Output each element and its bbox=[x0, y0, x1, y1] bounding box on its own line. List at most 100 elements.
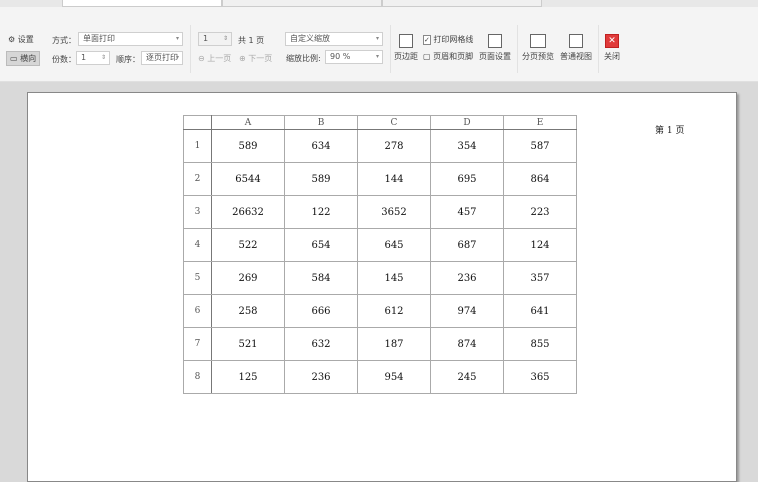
row-header: 2 bbox=[183, 162, 212, 196]
copies-stepper[interactable]: 1 ⇕ bbox=[76, 51, 110, 65]
cell: 26632 bbox=[211, 195, 285, 229]
cell: 3652 bbox=[357, 195, 431, 229]
grid-icon bbox=[569, 34, 583, 48]
cell: 521 bbox=[211, 327, 285, 361]
table-row: 1 589 634 278 354 587 bbox=[183, 129, 577, 163]
table-row: 2 6544 589 144 695 864 bbox=[183, 162, 577, 196]
checkbox-checked-icon: ✓ bbox=[423, 35, 431, 45]
close-icon: ✕ bbox=[605, 34, 619, 48]
tab-bar bbox=[0, 0, 758, 7]
row-header: 6 bbox=[183, 294, 212, 328]
cell: 122 bbox=[284, 195, 358, 229]
column-header: B bbox=[284, 115, 358, 130]
cell: 357 bbox=[503, 261, 577, 295]
table-row: 7 521 632 187 874 855 bbox=[183, 327, 577, 361]
cell: 522 bbox=[211, 228, 285, 262]
cell: 187 bbox=[357, 327, 431, 361]
landscape-button[interactable]: ▭ 横向 bbox=[6, 51, 41, 66]
print-preview-page: A B C D E 1 589 634 278 354 587 2 6544 589 144 695 864 3 2… bbox=[27, 92, 737, 482]
cell: 645 bbox=[357, 228, 431, 262]
cell: 974 bbox=[430, 294, 504, 328]
copies-label: 份数： bbox=[52, 55, 76, 64]
settings-icon: ⚙ bbox=[8, 35, 16, 44]
page-setup-button[interactable]: 页面设置 bbox=[478, 34, 512, 62]
cell: 587 bbox=[503, 129, 577, 163]
row-header: 5 bbox=[183, 261, 212, 295]
margins-button[interactable]: 页边距 bbox=[393, 34, 419, 62]
column-header-row: ABCDE bbox=[183, 115, 577, 130]
header-footer-icon: ▢ bbox=[423, 52, 431, 61]
sheet-table: A B C D E 1 589 634 278 354 587 2 6544 589 144 695 864 3 2… bbox=[183, 115, 577, 394]
cell: 634 bbox=[284, 129, 358, 163]
table-row: 3 26632 122 3652 457 223 bbox=[183, 195, 577, 229]
total-pages: 共 1 页 bbox=[238, 36, 265, 45]
table-row: 5 269 584 145 236 357 bbox=[183, 261, 577, 295]
cell: 632 bbox=[284, 327, 358, 361]
table-row: 8 125 236 954 245 365 bbox=[183, 360, 577, 394]
zoom-select[interactable]: 90 % ▾ bbox=[325, 50, 383, 64]
row-header: 1 bbox=[183, 129, 212, 163]
mode-label: 方式： bbox=[52, 36, 76, 45]
table-row: 6 258 666 612 974 641 bbox=[183, 294, 577, 328]
cell: 589 bbox=[211, 129, 285, 163]
row-header: 8 bbox=[183, 360, 212, 394]
table-row: 4 522 654 645 687 124 bbox=[183, 228, 577, 262]
landscape-icon: ▭ bbox=[10, 54, 18, 63]
prev-page-button[interactable]: ⊖ 上一页 bbox=[198, 53, 231, 64]
print-gridlines-checkbox[interactable]: ✓ 打印网格线 bbox=[423, 34, 473, 45]
page-break-icon bbox=[530, 34, 546, 48]
cell: 236 bbox=[430, 261, 504, 295]
column-header: D bbox=[430, 115, 504, 130]
cell: 855 bbox=[503, 327, 577, 361]
order-label: 顺序： bbox=[116, 55, 140, 64]
margins-icon bbox=[399, 34, 413, 48]
print-preview-toolbar: ⚙ 设置 ▭ 横向 方式： 单面打印 ▾ 份数： 1 ⇕ 顺序： 逐页打印 ▾ 1 ⇕ … bbox=[0, 7, 758, 82]
next-page-button[interactable]: ⊕ 下一页 bbox=[239, 53, 272, 64]
cell: 584 bbox=[284, 261, 358, 295]
zoom-mode-select[interactable]: 自定义缩放 ▾ bbox=[285, 32, 383, 46]
header-footer-button[interactable]: ▢ 页眉和页脚 bbox=[423, 51, 473, 62]
order-select[interactable]: 逐页打印 ▾ bbox=[141, 51, 183, 65]
page-number-input[interactable]: 1 ⇕ bbox=[198, 32, 232, 46]
cell: 874 bbox=[430, 327, 504, 361]
zoom-label: 缩放比例: bbox=[286, 54, 321, 63]
settings-button[interactable]: ⚙ 设置 bbox=[8, 34, 34, 45]
cell: 125 bbox=[211, 360, 285, 394]
cell: 6544 bbox=[211, 162, 285, 196]
cell: 278 bbox=[357, 129, 431, 163]
cell: 687 bbox=[430, 228, 504, 262]
cell: 145 bbox=[357, 261, 431, 295]
tab[interactable] bbox=[382, 0, 542, 7]
cell: 641 bbox=[503, 294, 577, 328]
cell: 354 bbox=[430, 129, 504, 163]
row-header: 4 bbox=[183, 228, 212, 262]
cell: 589 bbox=[284, 162, 358, 196]
page-setup-icon bbox=[488, 34, 502, 48]
page-break-preview-button[interactable]: 分页预览 bbox=[521, 34, 555, 62]
page-number-label: 第 1 页 bbox=[655, 126, 685, 136]
cell: 654 bbox=[284, 228, 358, 262]
mode-select[interactable]: 单面打印 ▾ bbox=[78, 32, 183, 46]
tab-active[interactable] bbox=[62, 0, 222, 7]
cell: 269 bbox=[211, 261, 285, 295]
cell: 954 bbox=[357, 360, 431, 394]
cell: 365 bbox=[503, 360, 577, 394]
cell: 258 bbox=[211, 294, 285, 328]
cell: 695 bbox=[430, 162, 504, 196]
normal-view-button[interactable]: 普通视图 bbox=[559, 34, 593, 62]
row-header: 7 bbox=[183, 327, 212, 361]
column-header: A bbox=[211, 115, 285, 130]
close-button[interactable]: ✕ 关闭 bbox=[602, 34, 622, 62]
column-header: E bbox=[503, 115, 577, 130]
cell: 245 bbox=[430, 360, 504, 394]
cell: 144 bbox=[357, 162, 431, 196]
row-header: 3 bbox=[183, 195, 212, 229]
cell: 236 bbox=[284, 360, 358, 394]
tab[interactable] bbox=[222, 0, 382, 7]
cell: 223 bbox=[503, 195, 577, 229]
cell: 666 bbox=[284, 294, 358, 328]
cell: 124 bbox=[503, 228, 577, 262]
cell: 612 bbox=[357, 294, 431, 328]
column-header: C bbox=[357, 115, 431, 130]
cell: 864 bbox=[503, 162, 577, 196]
